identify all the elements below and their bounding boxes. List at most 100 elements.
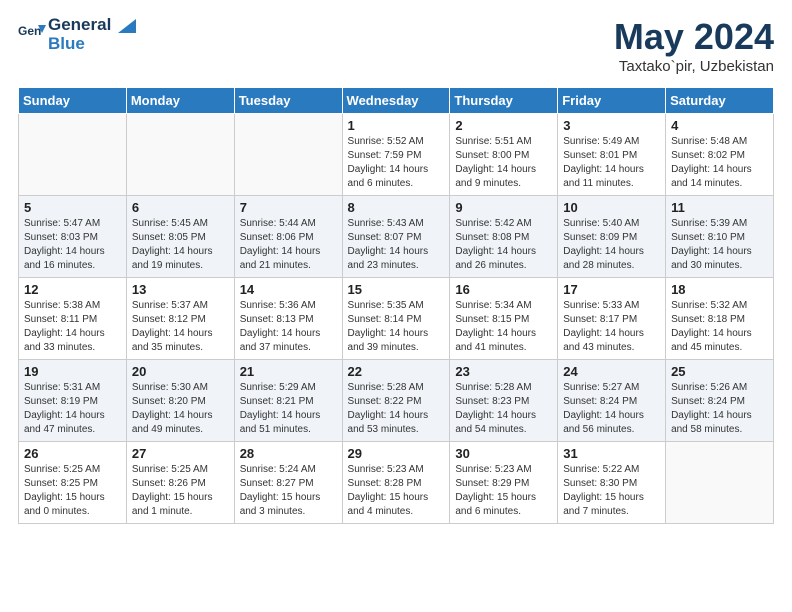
day-detail: Sunrise: 5:27 AMSunset: 8:24 PMDaylight:…	[563, 381, 660, 437]
week-row-4: 19 Sunrise: 5:31 AMSunset: 8:19 PMDayligh…	[19, 360, 774, 442]
day-number: 7	[240, 200, 337, 215]
day-detail: Sunrise: 5:33 AMSunset: 8:17 PMDaylight:…	[563, 299, 660, 355]
day-number: 5	[24, 200, 121, 215]
day-detail: Sunrise: 5:44 AMSunset: 8:06 PMDaylight:…	[240, 217, 337, 273]
day-number: 19	[24, 364, 121, 379]
day-cell: 4 Sunrise: 5:48 AMSunset: 8:02 PMDaylight…	[666, 114, 774, 196]
day-detail: Sunrise: 5:38 AMSunset: 8:11 PMDaylight:…	[24, 299, 121, 355]
day-cell: 31 Sunrise: 5:22 AMSunset: 8:30 PMDayligh…	[558, 442, 666, 524]
day-cell: 20 Sunrise: 5:30 AMSunset: 8:20 PMDayligh…	[126, 360, 234, 442]
day-number: 18	[671, 282, 768, 297]
day-number: 17	[563, 282, 660, 297]
day-detail: Sunrise: 5:48 AMSunset: 8:02 PMDaylight:…	[671, 135, 768, 191]
month-title: May 2024	[614, 16, 774, 58]
day-cell: 7 Sunrise: 5:44 AMSunset: 8:06 PMDaylight…	[234, 196, 342, 278]
day-detail: Sunrise: 5:32 AMSunset: 8:18 PMDaylight:…	[671, 299, 768, 355]
day-number: 14	[240, 282, 337, 297]
day-cell: 15Sunrise: 5:35 AMSunset: 8:14 PMDayligh…	[342, 278, 450, 360]
day-detail: Sunrise: 5:22 AMSunset: 8:30 PMDaylight:…	[563, 463, 660, 519]
day-detail: Sunrise: 5:49 AMSunset: 8:01 PMDaylight:…	[563, 135, 660, 191]
day-number: 26	[24, 446, 121, 461]
day-detail: Sunrise: 5:42 AMSunset: 8:08 PMDaylight:…	[455, 217, 552, 273]
day-detail: Sunrise: 5:28 AMSunset: 8:22 PMDaylight:…	[348, 381, 445, 437]
day-number: 20	[132, 364, 229, 379]
weekday-header-friday: Friday	[558, 88, 666, 114]
day-detail: Sunrise: 5:25 AMSunset: 8:26 PMDaylight:…	[132, 463, 229, 519]
day-detail: Sunrise: 5:40 AMSunset: 8:09 PMDaylight:…	[563, 217, 660, 273]
logo-triangle-icon	[118, 19, 136, 33]
day-cell: 3 Sunrise: 5:49 AMSunset: 8:01 PMDaylight…	[558, 114, 666, 196]
weekday-header-row: SundayMondayTuesdayWednesdayThursdayFrid…	[19, 88, 774, 114]
day-number: 28	[240, 446, 337, 461]
day-cell: 18 Sunrise: 5:32 AMSunset: 8:18 PMDayligh…	[666, 278, 774, 360]
day-cell: 23Sunrise: 5:28 AMSunset: 8:23 PMDayligh…	[450, 360, 558, 442]
day-cell: 28 Sunrise: 5:24 AMSunset: 8:27 PMDayligh…	[234, 442, 342, 524]
day-number: 29	[348, 446, 445, 461]
day-detail: Sunrise: 5:34 AMSunset: 8:15 PMDaylight:…	[455, 299, 552, 355]
logo-line1: General	[48, 16, 136, 35]
day-detail: Sunrise: 5:31 AMSunset: 8:19 PMDaylight:…	[24, 381, 121, 437]
header: Gen General Blue May 2024 Taxtako`pir, U…	[18, 16, 774, 75]
day-number: 1	[348, 118, 445, 133]
day-detail: Sunrise: 5:37 AMSunset: 8:12 PMDaylight:…	[132, 299, 229, 355]
day-number: 21	[240, 364, 337, 379]
day-cell: 10 Sunrise: 5:40 AMSunset: 8:09 PMDayligh…	[558, 196, 666, 278]
day-cell: 30 Sunrise: 5:23 AMSunset: 8:29 PMDayligh…	[450, 442, 558, 524]
location: Taxtako`pir, Uzbekistan	[614, 58, 774, 75]
day-cell: 19 Sunrise: 5:31 AMSunset: 8:19 PMDayligh…	[19, 360, 127, 442]
day-cell	[234, 114, 342, 196]
day-detail: Sunrise: 5:29 AMSunset: 8:21 PMDaylight:…	[240, 381, 337, 437]
week-row-3: 12Sunrise: 5:38 AMSunset: 8:11 PMDayligh…	[19, 278, 774, 360]
day-number: 31	[563, 446, 660, 461]
day-cell: 12Sunrise: 5:38 AMSunset: 8:11 PMDayligh…	[19, 278, 127, 360]
calendar-page: Gen General Blue May 2024 Taxtako`pir, U…	[0, 0, 792, 540]
logo-line2: Blue	[48, 35, 136, 54]
day-cell: 25Sunrise: 5:26 AMSunset: 8:24 PMDayligh…	[666, 360, 774, 442]
day-detail: Sunrise: 5:23 AMSunset: 8:28 PMDaylight:…	[348, 463, 445, 519]
day-cell: 1Sunrise: 5:52 AMSunset: 7:59 PMDaylight…	[342, 114, 450, 196]
day-number: 9	[455, 200, 552, 215]
day-detail: Sunrise: 5:39 AMSunset: 8:10 PMDaylight:…	[671, 217, 768, 273]
day-detail: Sunrise: 5:24 AMSunset: 8:27 PMDaylight:…	[240, 463, 337, 519]
day-cell: 9 Sunrise: 5:42 AMSunset: 8:08 PMDaylight…	[450, 196, 558, 278]
day-detail: Sunrise: 5:43 AMSunset: 8:07 PMDaylight:…	[348, 217, 445, 273]
day-detail: Sunrise: 5:45 AMSunset: 8:05 PMDaylight:…	[132, 217, 229, 273]
weekday-header-tuesday: Tuesday	[234, 88, 342, 114]
day-detail: Sunrise: 5:47 AMSunset: 8:03 PMDaylight:…	[24, 217, 121, 273]
day-cell: 29 Sunrise: 5:23 AMSunset: 8:28 PMDayligh…	[342, 442, 450, 524]
logo: Gen General Blue	[18, 16, 136, 53]
day-number: 2	[455, 118, 552, 133]
day-cell: 27Sunrise: 5:25 AMSunset: 8:26 PMDayligh…	[126, 442, 234, 524]
week-row-2: 5 Sunrise: 5:47 AMSunset: 8:03 PMDaylight…	[19, 196, 774, 278]
day-cell	[126, 114, 234, 196]
day-number: 22	[348, 364, 445, 379]
day-cell: 16 Sunrise: 5:34 AMSunset: 8:15 PMDayligh…	[450, 278, 558, 360]
day-number: 16	[455, 282, 552, 297]
day-number: 15	[348, 282, 445, 297]
day-cell: 5 Sunrise: 5:47 AMSunset: 8:03 PMDaylight…	[19, 196, 127, 278]
day-cell: 2Sunrise: 5:51 AMSunset: 8:00 PMDaylight…	[450, 114, 558, 196]
calendar-table: SundayMondayTuesdayWednesdayThursdayFrid…	[18, 87, 774, 524]
day-detail: Sunrise: 5:30 AMSunset: 8:20 PMDaylight:…	[132, 381, 229, 437]
week-row-5: 26 Sunrise: 5:25 AMSunset: 8:25 PMDayligh…	[19, 442, 774, 524]
day-detail: Sunrise: 5:28 AMSunset: 8:23 PMDaylight:…	[455, 381, 552, 437]
day-cell: 14 Sunrise: 5:36 AMSunset: 8:13 PMDayligh…	[234, 278, 342, 360]
title-block: May 2024 Taxtako`pir, Uzbekistan	[614, 16, 774, 75]
day-cell: 26 Sunrise: 5:25 AMSunset: 8:25 PMDayligh…	[19, 442, 127, 524]
day-cell: 13Sunrise: 5:37 AMSunset: 8:12 PMDayligh…	[126, 278, 234, 360]
day-number: 4	[671, 118, 768, 133]
day-detail: Sunrise: 5:23 AMSunset: 8:29 PMDaylight:…	[455, 463, 552, 519]
day-number: 30	[455, 446, 552, 461]
day-cell: 17 Sunrise: 5:33 AMSunset: 8:17 PMDayligh…	[558, 278, 666, 360]
day-number: 10	[563, 200, 660, 215]
day-cell	[19, 114, 127, 196]
week-row-1: 1Sunrise: 5:52 AMSunset: 7:59 PMDaylight…	[19, 114, 774, 196]
weekday-header-wednesday: Wednesday	[342, 88, 450, 114]
day-cell: 6Sunrise: 5:45 AMSunset: 8:05 PMDaylight…	[126, 196, 234, 278]
day-detail: Sunrise: 5:36 AMSunset: 8:13 PMDaylight:…	[240, 299, 337, 355]
day-cell: 8Sunrise: 5:43 AMSunset: 8:07 PMDaylight…	[342, 196, 450, 278]
day-detail: Sunrise: 5:25 AMSunset: 8:25 PMDaylight:…	[24, 463, 121, 519]
day-number: 3	[563, 118, 660, 133]
weekday-header-saturday: Saturday	[666, 88, 774, 114]
day-number: 24	[563, 364, 660, 379]
